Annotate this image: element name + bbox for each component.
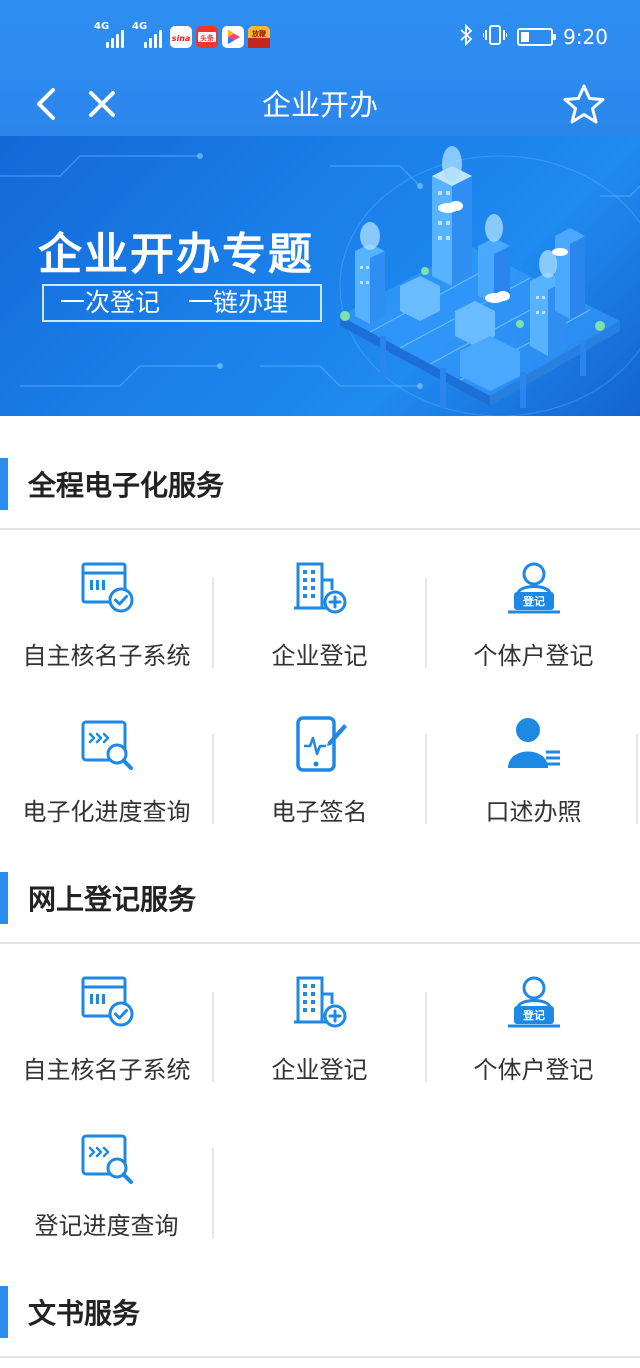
service-item[interactable]: 电子签名 (213, 690, 426, 846)
service-item-label: 自主核名子系统 (22, 1056, 191, 1084)
star-outline-icon (563, 84, 605, 124)
page-title: 企业开办 (261, 88, 378, 122)
banner[interactable]: 企业开办专题 一次登记 一链办理 (0, 136, 640, 416)
banner-subtitle-1: 一次登记 (60, 288, 161, 317)
tablet-signature-icon (292, 716, 348, 772)
network-type-label: 4G (94, 21, 110, 32)
section-title: 网上登记服务 (28, 883, 197, 916)
bluetooth-icon (459, 23, 473, 50)
signal-strength-icon: 4G (94, 21, 128, 48)
section-header: 网上登记服务 (0, 848, 640, 944)
section-title: 文书服务 (28, 1297, 141, 1330)
section-header: 全程电子化服务 (0, 434, 640, 530)
person-register-icon (506, 974, 562, 1030)
svg-text:放鞭: 放鞭 (251, 29, 267, 38)
battery-icon (517, 28, 557, 46)
progress-search-icon (79, 1130, 135, 1186)
status-time: 9:20 (563, 25, 608, 49)
service-item-label: 企业登记 (271, 642, 368, 670)
favorite-button[interactable] (560, 80, 608, 128)
building-add-icon (292, 974, 348, 1030)
game-app-icon: 放鞭 (248, 26, 270, 48)
name-check-icon (79, 560, 135, 616)
nav-bar: 企业开办 (0, 72, 640, 136)
video-app-icon (222, 26, 244, 48)
sina-app-icon: sina (170, 26, 192, 48)
person-list-icon (506, 716, 562, 772)
service-item[interactable]: 企业登记 (213, 534, 426, 690)
section-accent-bar (0, 872, 8, 924)
service-item-label: 口述办照 (485, 798, 582, 826)
network-type-label-2: 4G (132, 21, 148, 32)
vibrate-icon (482, 24, 509, 50)
svg-text:sina: sina (172, 34, 191, 43)
service-item-label: 登记进度查询 (34, 1212, 179, 1240)
divider (0, 1356, 640, 1358)
service-item[interactable]: 企业登记 (213, 948, 426, 1104)
status-bar: 4G 4G sina 头条 放鞭 9:20 (0, 0, 640, 72)
status-right: 9:20 (459, 23, 608, 50)
section-accent-bar (0, 458, 8, 510)
service-item[interactable]: 个体户登记 (427, 534, 640, 690)
service-item[interactable]: 自主核名子系统 (0, 534, 213, 690)
service-item-label: 个体户登记 (473, 642, 594, 670)
service-item[interactable]: 口述办照 (427, 690, 640, 846)
name-check-icon (79, 974, 135, 1030)
service-item-label: 自主核名子系统 (22, 642, 191, 670)
service-item-label: 个体户登记 (473, 1056, 594, 1084)
service-item[interactable]: 个体户登记 (427, 948, 640, 1104)
signal-strength-icon-2: 4G (132, 21, 166, 48)
section-title: 全程电子化服务 (28, 469, 225, 502)
divider (0, 528, 640, 530)
service-item[interactable]: 电子化进度查询 (0, 690, 213, 846)
header: 4G 4G sina 头条 放鞭 9:20 企业开办 (0, 0, 640, 136)
service-item-label: 电子签名 (271, 798, 368, 826)
section-header: 文书服务 (0, 1262, 640, 1358)
service-item-label: 电子化进度查询 (22, 798, 191, 826)
divider (0, 942, 640, 944)
service-item-label: 企业登记 (271, 1056, 368, 1084)
person-register-icon (506, 560, 562, 616)
service-item[interactable]: 登记进度查询 (0, 1104, 213, 1260)
toutiao-app-icon: 头条 (196, 26, 218, 48)
service-item[interactable]: 自主核名子系统 (0, 948, 213, 1104)
divider (212, 1148, 214, 1238)
building-add-icon (292, 560, 348, 616)
banner-subtitle-2: 一链办理 (188, 288, 289, 317)
svg-text:头条: 头条 (200, 34, 215, 43)
banner-subtitle: 一次登记 一链办理 (42, 284, 322, 322)
progress-search-icon (79, 716, 135, 772)
section-accent-bar (0, 1286, 8, 1338)
divider (636, 734, 638, 824)
banner-title: 企业开办专题 (38, 229, 314, 280)
